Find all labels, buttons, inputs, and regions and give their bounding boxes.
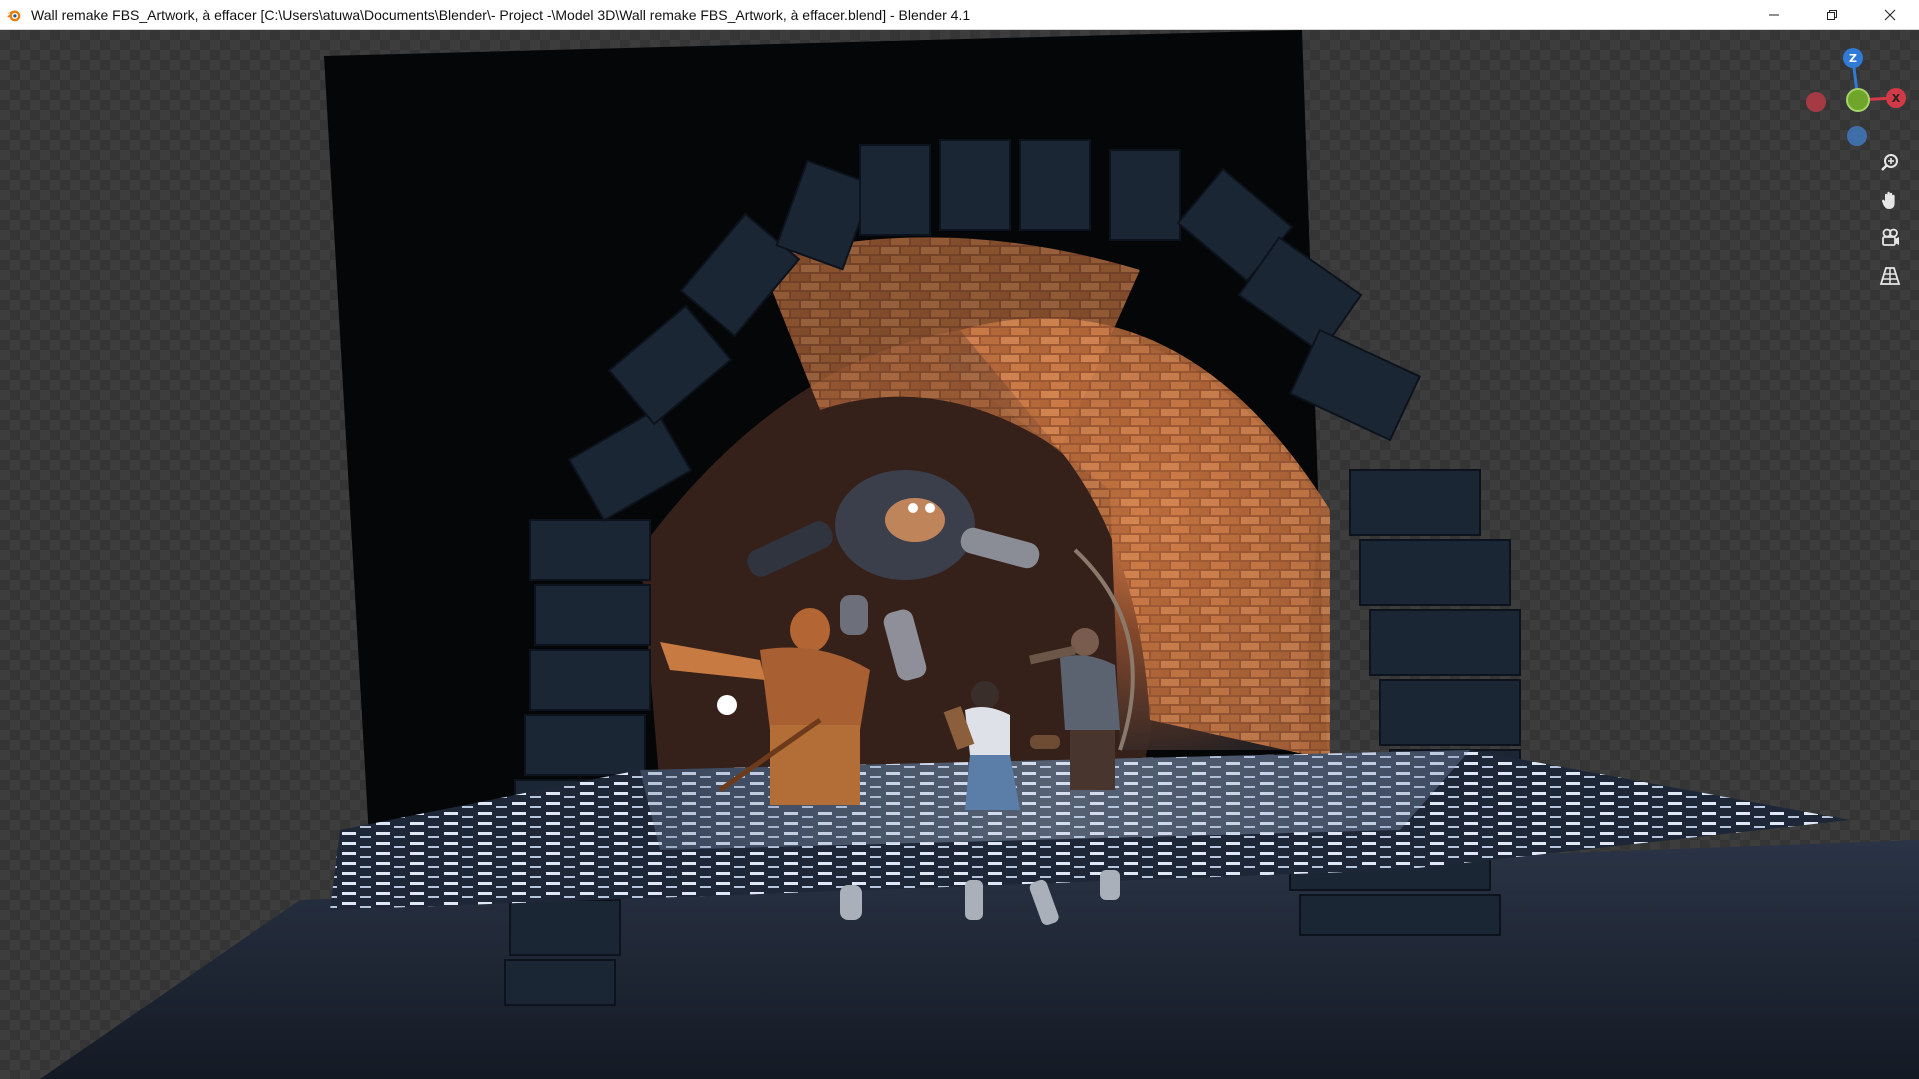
title-bar: Wall remake FBS_Artwork, à effacer [C:\U…	[0, 0, 1919, 30]
minimize-button[interactable]	[1745, 0, 1803, 29]
close-button[interactable]	[1861, 0, 1919, 29]
neg-x-axis-handle[interactable]	[1806, 92, 1826, 112]
camera-view-button[interactable]	[1874, 222, 1906, 254]
x-axis-label: X	[1892, 92, 1901, 105]
pan-hand-icon	[1881, 191, 1895, 209]
zoom-button[interactable]	[1874, 146, 1906, 178]
pan-button[interactable]	[1874, 184, 1906, 216]
window-controls	[1745, 0, 1919, 29]
blender-logo-icon[interactable]	[5, 6, 23, 24]
z-axis-label: Z	[1849, 52, 1857, 65]
viewport-nav-tools	[1874, 146, 1910, 292]
restore-button[interactable]	[1803, 0, 1861, 29]
rendered-scene	[40, 30, 1919, 1079]
zoom-icon	[1881, 154, 1898, 171]
minimize-icon	[1769, 14, 1779, 15]
restore-icon	[1827, 9, 1837, 20]
window-title: Wall remake FBS_Artwork, à effacer [C:\U…	[31, 6, 971, 23]
navigation-gizmo[interactable]: Z X	[1792, 40, 1912, 150]
camera-view-icon	[1882, 228, 1899, 246]
perspective-toggle-button[interactable]	[1874, 260, 1906, 292]
neg-z-axis-handle[interactable]	[1847, 126, 1867, 146]
y-axis-handle[interactable]	[1846, 88, 1870, 112]
close-icon	[1884, 9, 1896, 20]
3d-viewport[interactable]: Z X	[0, 30, 1919, 1079]
perspective-grid-icon	[1879, 267, 1901, 285]
